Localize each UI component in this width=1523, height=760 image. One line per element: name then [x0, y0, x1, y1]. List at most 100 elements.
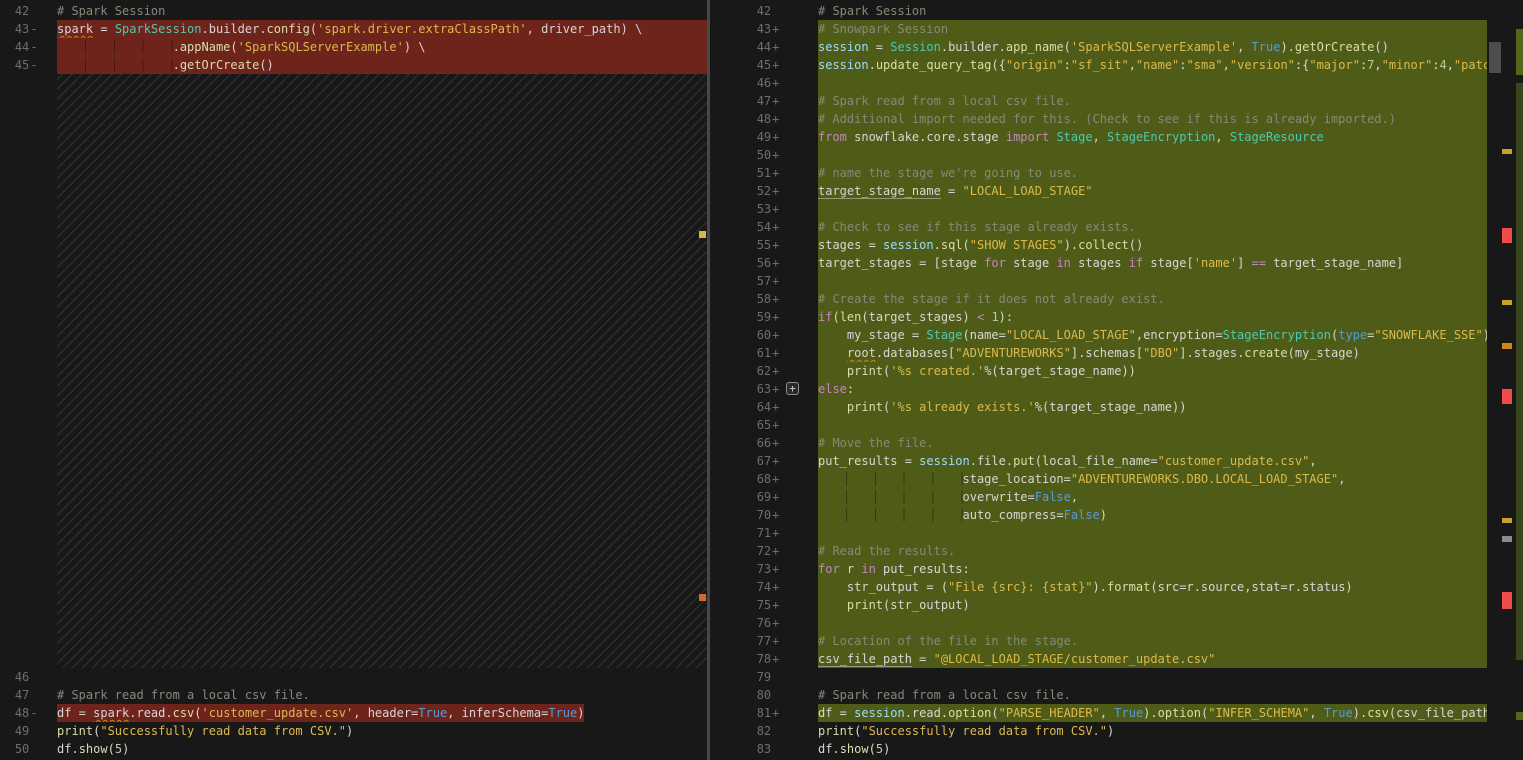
code-line-43[interactable]: 43+# Snowpark Session	[710, 20, 1523, 38]
line-number-46[interactable]: 46+	[710, 74, 784, 92]
code-line-75[interactable]: 75+ print(str_output)	[710, 596, 1523, 614]
line-number-47[interactable]: 47	[0, 686, 42, 704]
diff-sash[interactable]	[707, 0, 710, 760]
line-number-76[interactable]: 76+	[710, 614, 784, 632]
code-line-44[interactable]: 44- .appName('SparkSQLServerExample') \	[0, 38, 707, 56]
line-number-64[interactable]: 64+	[710, 398, 784, 416]
line-number-49[interactable]: 49	[0, 722, 42, 740]
line-number-53[interactable]: 53+	[710, 200, 784, 218]
code-line-83[interactable]: 83df.show(5)	[710, 740, 1523, 758]
code-line-76[interactable]: 76+	[710, 614, 1523, 632]
code-line-53[interactable]: 53+	[710, 200, 1523, 218]
line-number-42[interactable]: 42	[0, 2, 42, 20]
line-number-81[interactable]: 81+	[710, 704, 784, 722]
line-number-44[interactable]: 44-	[0, 38, 42, 56]
code-line-51[interactable]: 51+# name the stage we're going to use.	[710, 164, 1523, 182]
code-line-69[interactable]: 69+ overwrite=False,	[710, 488, 1523, 506]
code-line-43[interactable]: 43-spark = SparkSession.builder.config('…	[0, 20, 707, 38]
line-number-72[interactable]: 72+	[710, 542, 784, 560]
line-number-67[interactable]: 67+	[710, 452, 784, 470]
line-number-56[interactable]: 56+	[710, 254, 784, 272]
code-line-66[interactable]: 66+# Move the file.	[710, 434, 1523, 452]
line-number-75[interactable]: 75+	[710, 596, 784, 614]
code-line-74[interactable]: 74+ str_output = ("File {src}: {stat}").…	[710, 578, 1523, 596]
line-number-42[interactable]: 42	[710, 2, 784, 20]
code-line-70[interactable]: 70+ auto_compress=False)	[710, 506, 1523, 524]
line-number-57[interactable]: 57+	[710, 272, 784, 290]
code-line-42[interactable]: 42# Spark Session	[710, 2, 1523, 20]
code-line-48[interactable]: 48-df = spark.read.csv('customer_update.…	[0, 704, 707, 722]
code-line-58[interactable]: 58+# Create the stage if it does not alr…	[710, 290, 1523, 308]
scrollbar[interactable]	[1487, 0, 1523, 760]
code-line-62[interactable]: 62+ print('%s created.'%(target_stage_na…	[710, 362, 1523, 380]
code-line-68[interactable]: 68+ stage_location="ADVENTUREWORKS.DBO.L…	[710, 470, 1523, 488]
line-number-47[interactable]: 47+	[710, 92, 784, 110]
line-number-77[interactable]: 77+	[710, 632, 784, 650]
line-number-45[interactable]: 45+	[710, 56, 784, 74]
code-line-72[interactable]: 72+# Read the results.	[710, 542, 1523, 560]
line-number-44[interactable]: 44+	[710, 38, 784, 56]
code-line-73[interactable]: 73+for r in put_results:	[710, 560, 1523, 578]
line-number-43[interactable]: 43-	[0, 20, 42, 38]
line-number-70[interactable]: 70+	[710, 506, 784, 524]
code-line-45[interactable]: 45- .getOrCreate()	[0, 56, 707, 74]
code-line-81[interactable]: 81+df = session.read.option("PARSE_HEADE…	[710, 704, 1523, 722]
modified-editor-pane[interactable]: 42# Spark Session43+# Snowpark Session44…	[710, 0, 1523, 760]
line-number-68[interactable]: 68+	[710, 470, 784, 488]
line-number-80[interactable]: 80	[710, 686, 784, 704]
code-line-50[interactable]: 50+	[710, 146, 1523, 164]
code-line-47[interactable]: 47+# Spark read from a local csv file.	[710, 92, 1523, 110]
line-number-58[interactable]: 58+	[710, 290, 784, 308]
line-number-59[interactable]: 59+	[710, 308, 784, 326]
original-editor-pane[interactable]: 42# Spark Session43-spark = SparkSession…	[0, 0, 707, 760]
line-number-62[interactable]: 62+	[710, 362, 784, 380]
line-number-48[interactable]: 48+	[710, 110, 784, 128]
line-number-45[interactable]: 45-	[0, 56, 42, 74]
expand-plus-icon[interactable]: +	[786, 382, 799, 395]
code-line-65[interactable]: 65+	[710, 416, 1523, 434]
code-line-44[interactable]: 44+session = Session.builder.app_name('S…	[710, 38, 1523, 56]
line-number-46[interactable]: 46	[0, 668, 42, 686]
code-line-71[interactable]: 71+	[710, 524, 1523, 542]
code-line-46[interactable]: 46	[0, 668, 707, 686]
line-number-63[interactable]: 63+	[710, 380, 784, 398]
code-line-67[interactable]: 67+put_results = session.file.put(local_…	[710, 452, 1523, 470]
code-line-56[interactable]: 56+target_stages = [stage for stage in s…	[710, 254, 1523, 272]
scrollbar-thumb[interactable]	[1489, 42, 1501, 73]
line-number-43[interactable]: 43+	[710, 20, 784, 38]
code-line-82[interactable]: 82print("Successfully read data from CSV…	[710, 722, 1523, 740]
line-number-52[interactable]: 52+	[710, 182, 784, 200]
line-number-73[interactable]: 73+	[710, 560, 784, 578]
line-number-60[interactable]: 60+	[710, 326, 784, 344]
code-line-61[interactable]: 61+ root.databases["ADVENTUREWORKS"].sch…	[710, 344, 1523, 362]
line-number-49[interactable]: 49+	[710, 128, 784, 146]
code-line-49[interactable]: 49print("Successfully read data from CSV…	[0, 722, 707, 740]
code-line-52[interactable]: 52+target_stage_name = "LOCAL_LOAD_STAGE…	[710, 182, 1523, 200]
line-number-83[interactable]: 83	[710, 740, 784, 758]
code-line-77[interactable]: 77+# Location of the file in the stage.	[710, 632, 1523, 650]
code-line-50[interactable]: 50df.show(5)	[0, 740, 707, 758]
code-line-59[interactable]: 59+if(len(target_stages) < 1):	[710, 308, 1523, 326]
line-number-55[interactable]: 55+	[710, 236, 784, 254]
code-line-45[interactable]: 45+session.update_query_tag({"origin":"s…	[710, 56, 1523, 74]
line-number-74[interactable]: 74+	[710, 578, 784, 596]
code-line-57[interactable]: 57+	[710, 272, 1523, 290]
code-line-47[interactable]: 47# Spark read from a local csv file.	[0, 686, 707, 704]
line-number-50[interactable]: 50	[0, 740, 42, 758]
code-line-64[interactable]: 64+ print('%s already exists.'%(target_s…	[710, 398, 1523, 416]
code-line-54[interactable]: 54+# Check to see if this stage already …	[710, 218, 1523, 236]
line-number-69[interactable]: 69+	[710, 488, 784, 506]
code-line-80[interactable]: 80# Spark read from a local csv file.	[710, 686, 1523, 704]
code-line-48[interactable]: 48+# Additional import needed for this. …	[710, 110, 1523, 128]
line-number-78[interactable]: 78+	[710, 650, 784, 668]
code-line-55[interactable]: 55+stages = session.sql("SHOW STAGES").c…	[710, 236, 1523, 254]
code-line-60[interactable]: 60+ my_stage = Stage(name="LOCAL_LOAD_ST…	[710, 326, 1523, 344]
code-line-46[interactable]: 46+	[710, 74, 1523, 92]
line-number-50[interactable]: 50+	[710, 146, 784, 164]
line-number-51[interactable]: 51+	[710, 164, 784, 182]
line-number-54[interactable]: 54+	[710, 218, 784, 236]
code-line-79[interactable]: 79	[710, 668, 1523, 686]
line-number-71[interactable]: 71+	[710, 524, 784, 542]
line-number-48[interactable]: 48-	[0, 704, 42, 722]
line-number-61[interactable]: 61+	[710, 344, 784, 362]
